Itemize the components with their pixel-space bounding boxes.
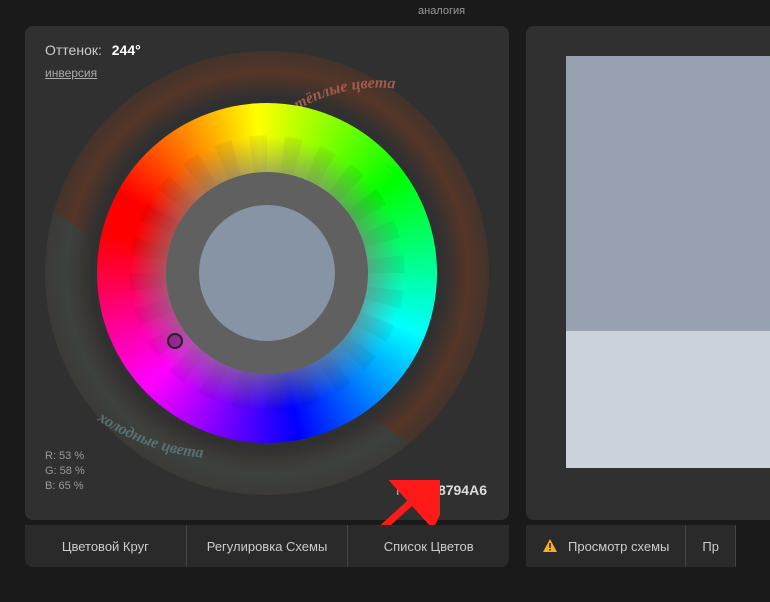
rgb-hex-readout: RGB: 8794A6: [396, 482, 487, 498]
right-tabs: Просмотр схемы Пр: [526, 525, 770, 567]
b-percent: B: 65 %: [45, 479, 85, 494]
tab-adjust-scheme[interactable]: Регулировка Схемы: [187, 525, 349, 567]
swatch-1[interactable]: [566, 193, 770, 330]
tab-view-scheme-label: Просмотр схемы: [568, 539, 669, 554]
swatch-area: [566, 56, 770, 468]
tab-color-wheel[interactable]: Цветовой Круг: [25, 525, 187, 567]
rgb-percent-readout: R: 53 % G: 58 % B: 65 %: [45, 449, 85, 494]
warning-icon: [542, 538, 558, 554]
rgb-hex-label: RGB:: [396, 482, 430, 498]
g-percent: G: 58 %: [45, 464, 85, 479]
swatch-2[interactable]: [566, 331, 770, 468]
r-percent: R: 53 %: [45, 449, 85, 464]
invert-link[interactable]: инверсия: [45, 66, 97, 80]
tab-view-scheme[interactable]: Просмотр схемы: [526, 525, 686, 567]
color-wheel-panel: Оттенок: 244° инверсия тёплые цвета холо…: [25, 26, 509, 520]
left-tabs: Цветовой Круг Регулировка Схемы Список Ц…: [25, 525, 509, 567]
mode-label: аналогия: [418, 5, 465, 17]
swatch-0[interactable]: [566, 56, 770, 193]
hue-marker[interactable]: [167, 333, 183, 349]
preview-panel: [526, 26, 770, 520]
rgb-hex-value: 8794A6: [438, 482, 487, 498]
tab-color-list[interactable]: Список Цветов: [348, 525, 509, 567]
wheel-hub: [199, 205, 335, 341]
hue-label: Оттенок:: [45, 42, 102, 58]
tab-next[interactable]: Пр: [686, 525, 736, 567]
hue-value: 244°: [112, 42, 141, 58]
